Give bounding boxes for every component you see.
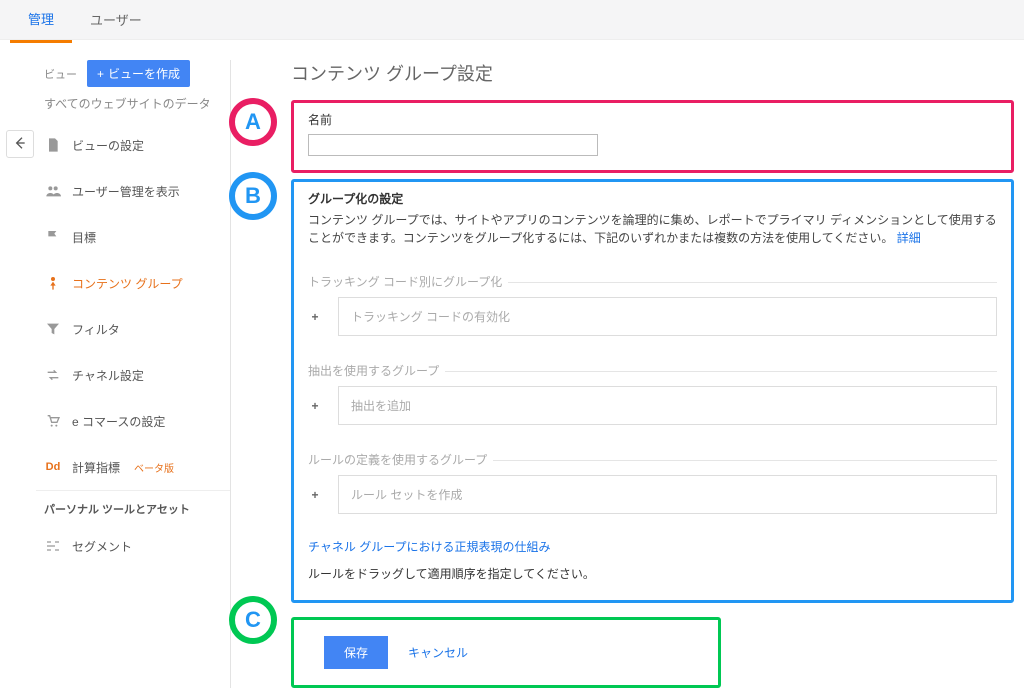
dd-icon: Dd	[44, 458, 62, 476]
back-arrow-icon	[12, 135, 28, 154]
sidebar-item-view-settings[interactable]: ビューの設定	[36, 122, 230, 168]
create-view-label: ビューを作成	[108, 65, 180, 82]
drag-note: ルールをドラッグして適用順序を指定してください。	[308, 565, 997, 582]
sidebar-item-label: セグメント	[72, 538, 132, 555]
method-tracking-label: トラッキング コード別にグループ化	[308, 275, 508, 289]
badge-b: B	[229, 172, 277, 220]
tracking-code-box[interactable]: トラッキング コードの有効化	[338, 297, 997, 336]
sidebar-item-user-mgmt[interactable]: ユーザー管理を表示	[36, 168, 230, 214]
name-input[interactable]	[308, 134, 598, 156]
main-content: A B C コンテンツ グループ設定 名前 グループ化の設定 コンテンツ グルー…	[231, 60, 1024, 688]
badge-a: A	[229, 98, 277, 146]
tab-admin[interactable]: 管理	[10, 0, 72, 43]
sidebar-item-filters[interactable]: フィルタ	[36, 306, 230, 352]
help-link[interactable]: 詳細	[897, 231, 921, 245]
regex-info-link[interactable]: チャネル グループにおける正規表現の仕組み	[308, 538, 997, 555]
name-label: 名前	[308, 111, 997, 128]
page-title: コンテンツ グループ設定	[291, 60, 1014, 86]
method-rule-label: ルールの定義を使用するグループ	[308, 453, 493, 467]
method-extract-label: 抽出を使用するグループ	[308, 364, 445, 378]
panel-grouping: グループ化の設定 コンテンツ グループでは、サイトやアプリのコンテンツを論理的に…	[291, 179, 1014, 603]
panel-name: 名前	[291, 100, 1014, 173]
sidebar-item-label: e コマースの設定	[72, 413, 165, 430]
top-tabs: 管理 ユーザー	[0, 0, 1024, 40]
swap-icon	[44, 366, 62, 384]
cart-icon	[44, 412, 62, 430]
sidebar-item-label: コンテンツ グループ	[72, 275, 183, 292]
users-icon	[44, 182, 62, 200]
sidebar-item-segments[interactable]: セグメント	[36, 523, 230, 569]
person-icon	[44, 274, 62, 292]
sidebar-item-label: フィルタ	[72, 321, 120, 338]
rule-box[interactable]: ルール セットを作成	[338, 475, 997, 514]
sidebar-item-calc-metrics[interactable]: Dd 計算指標 ベータ版	[36, 444, 230, 490]
create-view-button[interactable]: + ビューを作成	[87, 60, 190, 87]
tab-user[interactable]: ユーザー	[72, 0, 160, 41]
flag-icon	[44, 228, 62, 246]
plus-icon: +	[97, 67, 104, 81]
add-tracking-button[interactable]: +	[308, 310, 322, 324]
sidebar-section-title: パーソナル ツールとアセット	[36, 490, 230, 523]
add-extract-button[interactable]: +	[308, 399, 322, 413]
group-heading: グループ化の設定	[308, 190, 997, 207]
data-source-label: すべてのウェブサイトのデータ	[36, 95, 230, 122]
sidebar-item-label: ユーザー管理を表示	[72, 183, 180, 200]
sidebar: ビュー + ビューを作成 すべてのウェブサイトのデータ ビューの設定 ユーザー管…	[36, 60, 231, 688]
view-label: ビュー	[44, 66, 77, 82]
sidebar-item-label: 目標	[72, 229, 96, 246]
segment-icon	[44, 537, 62, 555]
funnel-icon	[44, 320, 62, 338]
sidebar-item-label: チャネル設定	[72, 367, 144, 384]
badge-c: C	[229, 596, 277, 644]
beta-badge: ベータ版	[134, 460, 174, 475]
sidebar-item-label: ビューの設定	[72, 137, 144, 154]
sidebar-item-ecommerce[interactable]: e コマースの設定	[36, 398, 230, 444]
sidebar-item-content-groups[interactable]: コンテンツ グループ	[36, 260, 230, 306]
add-rule-button[interactable]: +	[308, 488, 322, 502]
sidebar-item-channel[interactable]: チャネル設定	[36, 352, 230, 398]
group-description: コンテンツ グループでは、サイトやアプリのコンテンツを論理的に集め、レポートでプ…	[308, 211, 997, 247]
sidebar-item-label: 計算指標	[72, 459, 120, 476]
extract-box[interactable]: 抽出を追加	[338, 386, 997, 425]
sidebar-item-goals[interactable]: 目標	[36, 214, 230, 260]
back-button[interactable]	[6, 130, 34, 158]
document-icon	[44, 136, 62, 154]
